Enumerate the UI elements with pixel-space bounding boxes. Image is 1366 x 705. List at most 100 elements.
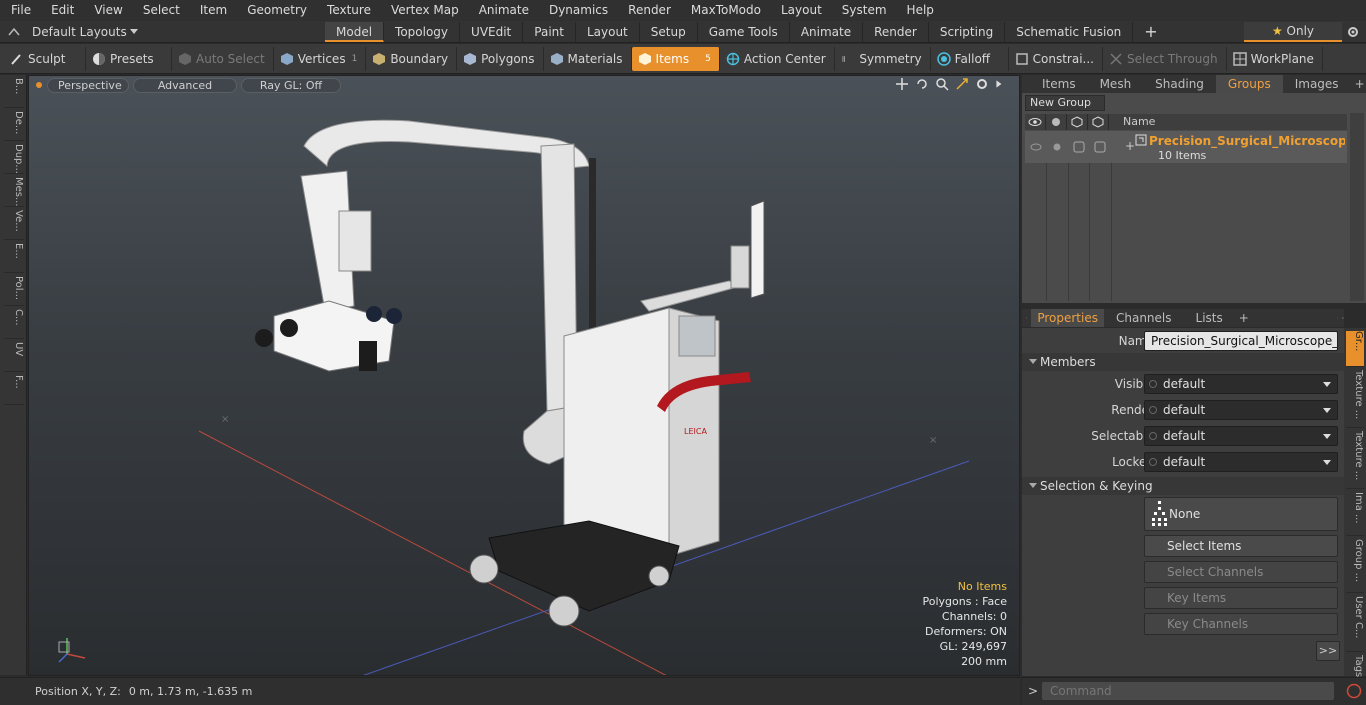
key-channels-button[interactable]: Key Channels	[1144, 613, 1338, 635]
tab-groups[interactable]: Groups	[1215, 75, 1283, 93]
eye-icon[interactable]	[1026, 139, 1046, 155]
3d-viewport[interactable]: × × LEICA Perspective Advanced Ray GL: O…	[28, 75, 1020, 676]
selection-keying-section-header[interactable]: Selection & Keying	[1022, 477, 1344, 495]
tab-animate[interactable]: Animate	[790, 21, 864, 42]
render-column-header[interactable]	[1046, 114, 1067, 130]
menu-layout[interactable]: Layout	[770, 0, 831, 21]
vtab-texture-2[interactable]: Texture ...	[1346, 431, 1364, 489]
select-column-header[interactable]	[1088, 114, 1109, 130]
tab-properties[interactable]: Properties	[1031, 309, 1104, 327]
left-tab-mesh-edit[interactable]: Mes...	[4, 177, 24, 207]
name-field[interactable]	[1144, 331, 1338, 351]
left-tab-polygon[interactable]: Pol...	[4, 276, 24, 306]
tab-channels[interactable]: Channels	[1104, 309, 1184, 327]
tab-render[interactable]: Render	[863, 21, 929, 42]
tab-lists[interactable]: Lists	[1184, 309, 1235, 327]
tab-schematic-fusion[interactable]: Schematic Fusion	[1005, 21, 1134, 42]
select-items-button[interactable]: Select Items	[1144, 535, 1338, 557]
raygl-button[interactable]: Ray GL: Off	[241, 77, 341, 93]
falloff-button[interactable]: Falloff	[931, 46, 1009, 71]
tab-images[interactable]: Images	[1283, 75, 1351, 93]
command-input[interactable]	[1042, 682, 1334, 700]
vertices-button[interactable]: Vertices 1	[274, 46, 367, 71]
tab-topology[interactable]: Topology	[384, 21, 461, 42]
add-panel-tab-button[interactable]: +	[1351, 75, 1366, 93]
expand-group-icon[interactable]: +	[1125, 139, 1135, 153]
left-tab-edge[interactable]: E...	[4, 243, 24, 273]
menu-animate[interactable]: Animate	[468, 0, 538, 21]
microscope-model[interactable]: LEICA	[255, 119, 765, 627]
add-tab-button[interactable]: +	[1133, 22, 1168, 42]
default-layouts-dropdown[interactable]: Default Layouts	[0, 25, 325, 39]
members-section-header[interactable]: Members	[1022, 353, 1344, 371]
tab-items[interactable]: Items	[1030, 75, 1088, 93]
menu-file[interactable]: File	[0, 0, 40, 21]
constraints-button[interactable]: Constrai...	[1009, 46, 1103, 71]
presets-button[interactable]: Presets	[86, 46, 172, 71]
select-checkbox-icon[interactable]	[1090, 139, 1110, 155]
new-group-button[interactable]: New Group	[1025, 95, 1105, 111]
vtab-user-channels[interactable]: User C...	[1346, 596, 1364, 652]
lock-checkbox-icon[interactable]	[1069, 139, 1089, 155]
perspective-button[interactable]: Perspective	[47, 77, 129, 93]
expand-panel-icon[interactable]	[1337, 312, 1339, 324]
panel-gear-icon[interactable]	[1342, 312, 1344, 324]
add-property-tab-button[interactable]: +	[1235, 309, 1253, 327]
vtab-texture-1[interactable]: Texture ...	[1346, 370, 1364, 428]
tab-game-tools[interactable]: Game Tools	[698, 21, 790, 42]
left-tab-fusion[interactable]: F...	[4, 375, 24, 405]
left-tab-vertex[interactable]: Ve...	[4, 210, 24, 240]
menu-maxtomodo[interactable]: MaxToModo	[680, 0, 770, 21]
locked-dropdown[interactable]: default	[1144, 452, 1338, 472]
vtab-group[interactable]: Gr...	[1346, 331, 1364, 367]
left-tab-duplicate[interactable]: Dup...	[4, 144, 24, 174]
items-button[interactable]: Items 5	[631, 46, 720, 71]
tab-setup[interactable]: Setup	[640, 21, 698, 42]
polygons-button[interactable]: Polygons	[457, 46, 544, 71]
left-tab-deform[interactable]: De...	[4, 111, 24, 141]
record-icon[interactable]	[1346, 683, 1362, 699]
menu-edit[interactable]: Edit	[40, 0, 83, 21]
name-column-header[interactable]: Name	[1109, 114, 1155, 130]
viewport-settings-icon[interactable]	[975, 77, 989, 91]
more-button[interactable]: >>	[1316, 641, 1340, 661]
menu-geometry[interactable]: Geometry	[236, 0, 316, 21]
menu-vertex-map[interactable]: Vertex Map	[380, 0, 468, 21]
selectable-dropdown[interactable]: default	[1144, 426, 1338, 446]
tab-uvedit[interactable]: UVEdit	[460, 21, 524, 42]
tab-paint[interactable]: Paint	[523, 21, 576, 42]
lock-column-header[interactable]	[1067, 114, 1088, 130]
select-channels-button[interactable]: Select Channels	[1144, 561, 1338, 583]
viewport-scene[interactable]: × × LEICA	[29, 76, 1020, 676]
action-center-button[interactable]: Action Center	[720, 46, 835, 71]
maximize-view-icon[interactable]	[955, 77, 969, 91]
select-through-button[interactable]: Select Through	[1103, 46, 1227, 71]
materials-button[interactable]: Materials	[544, 46, 632, 71]
move-view-icon[interactable]	[895, 77, 909, 91]
symmetry-button[interactable]: Symmetry	[835, 46, 931, 71]
gear-icon[interactable]	[1346, 25, 1360, 39]
vtab-group-2[interactable]: Group ...	[1346, 539, 1364, 593]
menu-view[interactable]: View	[83, 0, 131, 21]
tab-mesh[interactable]: Mesh ...	[1088, 75, 1144, 109]
viewport-menu-dot-icon[interactable]	[35, 81, 43, 89]
visibility-column-header[interactable]	[1025, 114, 1046, 130]
left-tab-uv[interactable]: UV	[4, 342, 24, 372]
tab-shading[interactable]: Shading	[1143, 75, 1216, 93]
render-icon[interactable]	[1047, 139, 1067, 155]
menu-render[interactable]: Render	[617, 0, 680, 21]
group-row[interactable]: + Precision_Surgical_Microscope_... 10 I…	[1025, 131, 1347, 163]
rotate-view-icon[interactable]	[915, 77, 929, 91]
visible-dropdown[interactable]: default	[1144, 374, 1338, 394]
menu-select[interactable]: Select	[132, 0, 189, 21]
tab-model[interactable]: Model	[325, 21, 385, 42]
none-button[interactable]: None	[1144, 497, 1338, 531]
auto-select-button[interactable]: Auto Select	[172, 46, 274, 71]
render-dropdown[interactable]: default	[1144, 400, 1338, 420]
key-items-button[interactable]: Key Items	[1144, 587, 1338, 609]
tab-scripting[interactable]: Scripting	[929, 21, 1006, 42]
menu-help[interactable]: Help	[896, 0, 943, 21]
menu-dynamics[interactable]: Dynamics	[538, 0, 617, 21]
vtab-image[interactable]: Ima ...	[1346, 492, 1364, 536]
menu-item[interactable]: Item	[189, 0, 236, 21]
